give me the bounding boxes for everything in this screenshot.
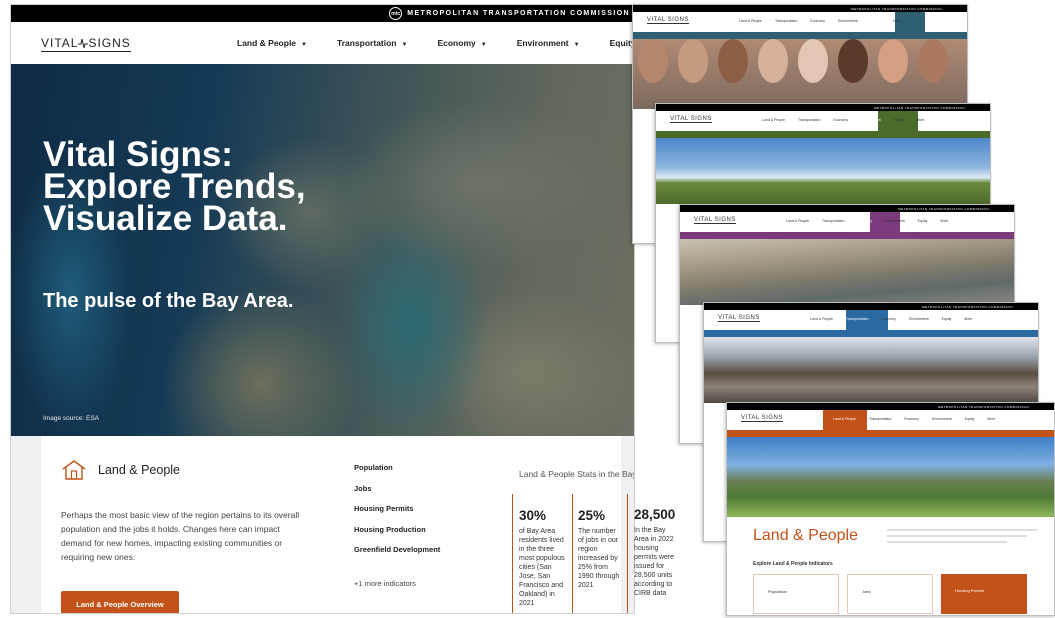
vital-signs-logo[interactable]: VITAL SIGNS [41, 35, 131, 52]
thumb-cable-car-photo [704, 337, 1038, 403]
thumbnail-land-people: METROPOLITAN TRANSPORTATION COMMISSION V… [726, 402, 1055, 616]
mtc-bar: mtc METROPOLITAN TRANSPORTATION COMMISSI… [11, 5, 634, 22]
thumb-breadcrumb [680, 232, 1014, 239]
thumb-menu: Land & People Transportation Economy Enviro… [762, 118, 925, 122]
image-source: Image source: ESA [43, 415, 99, 422]
stat-divider [627, 494, 628, 613]
thumb-card-housing-permits[interactable]: Housing Permits [941, 574, 1027, 614]
thumb-logo: VITAL SIGNS [718, 315, 760, 322]
thumb-nav: VITAL SIGNS Land & People Transportation E… [727, 410, 1054, 430]
thumb-breadcrumb [656, 131, 990, 138]
indicator-link-jobs[interactable]: Jobs [354, 484, 440, 505]
stat-block: 25% The number of jobs in our region increa… [578, 508, 620, 589]
thumb-mtc-bar: METROPOLITAN TRANSPORTATION COMMISSION [704, 303, 1038, 310]
chevron-down-icon: ▼ [301, 42, 307, 48]
thumb-logo: VITAL SIGNS [694, 217, 736, 224]
indicator-link-housing-production[interactable]: Housing Production [354, 525, 440, 546]
thumb-text-line [887, 541, 1007, 543]
stat-block: 30% of Bay Area residents lived in the thr… [519, 508, 565, 607]
card-title: Land & People [98, 463, 181, 477]
thumb-breadcrumb [633, 32, 967, 39]
thumb-text-line [887, 529, 1037, 531]
thumb-nav: VITAL SIGNS Land & People Transportation E… [633, 12, 967, 32]
land-people-overview-button[interactable]: Land & People Overview [61, 591, 179, 613]
thumb-land-title: Land & People [753, 527, 858, 544]
stats-title: Land & People Stats in the Bay Area [519, 469, 634, 479]
more-indicators-link[interactable]: +1 more indicators [354, 579, 416, 588]
thumb-mtc-bar: METROPOLITAN TRANSPORTATION COMMISSION [656, 104, 990, 111]
indicator-link-population[interactable]: Population [354, 463, 440, 484]
mtc-logo-icon[interactable]: mtc [389, 7, 403, 20]
thumb-mtc-bar: METROPOLITAN TRANSPORTATION COMMISSION [680, 205, 1014, 212]
chevron-down-icon: ▼ [480, 42, 487, 48]
main-menu: Land & People ▼ Transportation ▼ Economy ▼ … [237, 38, 634, 48]
thumb-menu: Land & People Transportation Economy Enviro… [833, 417, 996, 421]
stat-block: 28,500 In the Bay Area in 2022 housing perm… [634, 507, 676, 597]
thumb-breadcrumb [727, 430, 1054, 437]
thumb-logo: VITAL SIGNS [670, 116, 712, 123]
mtc-title[interactable]: METROPOLITAN TRANSPORTATION COMMISSION [407, 10, 630, 17]
hero-subtitle: The pulse of the Bay Area. [43, 290, 294, 312]
indicator-link-greenfield-development[interactable]: Greenfield Development [354, 545, 440, 566]
nav-economy[interactable]: Economy ▼ [437, 38, 486, 48]
thumb-land-section: Explore Land & People Indicators [753, 561, 833, 567]
hero-satellite-image: Vital Signs: Explore Trends, Visualize D… [11, 64, 634, 436]
card-description: Perhaps the most basic view of the regio… [61, 510, 300, 562]
pulse-icon [78, 38, 89, 49]
thumb-card-population[interactable]: Population [753, 574, 839, 614]
thumb-mtc-bar: METROPOLITAN TRANSPORTATION COMMISSION [727, 403, 1054, 410]
thumb-text-line [887, 535, 1027, 537]
thumb-nav: VITAL SIGNS Land & People Transportation E… [680, 212, 1014, 232]
thumb-menu: Land & People Transportation Economy Enviro… [810, 317, 973, 321]
thumb-park-photo [727, 437, 1054, 517]
nav-environment[interactable]: Environment ▼ [517, 38, 580, 48]
house-icon [62, 460, 86, 480]
indicator-list: Population Jobs Housing Permits Housing … [354, 463, 440, 566]
thumb-landscape-photo [656, 138, 990, 204]
thumb-nav: VITAL SIGNS Land & People Transportation E… [656, 111, 990, 131]
main-screenshot: mtc METROPOLITAN TRANSPORTATION COMMISSI… [10, 4, 635, 614]
stat-divider [572, 494, 573, 613]
thumb-menu: Land & People Transportation Economy Enviro… [786, 219, 949, 223]
thumb-nav: VITAL SIGNS Land & People Transportation E… [704, 310, 1038, 330]
nav-land-people[interactable]: Land & People ▼ [237, 38, 307, 48]
hero-title: Vital Signs: Explore Trends, Visualize D… [43, 135, 306, 238]
thumb-port-photo [680, 239, 1014, 305]
thumb-card-jobs[interactable]: Jobs [847, 574, 933, 614]
thumb-menu: Land & People Transportation Economy Enviro… [739, 19, 902, 23]
land-people-card: Land & People Perhaps the most basic vie… [41, 436, 634, 613]
thumb-people-photo [633, 39, 967, 109]
thumb-logo: VITAL SIGNS [741, 415, 783, 422]
chevron-down-icon: ▼ [573, 42, 580, 48]
thumb-breadcrumb [704, 330, 1038, 337]
chevron-down-icon: ▼ [401, 42, 408, 48]
indicator-link-housing-permits[interactable]: Housing Permits [354, 504, 440, 525]
thumb-logo: VITAL SIGNS [647, 17, 689, 24]
nav-transportation[interactable]: Transportation ▼ [337, 38, 407, 48]
stat-divider [512, 494, 513, 613]
content-area: Land & People Perhaps the most basic vie… [11, 436, 634, 613]
top-nav: VITAL SIGNS Land & People ▼ Transportation… [11, 22, 634, 64]
thumb-content: Land & People Explore Land & People Indi… [737, 519, 1046, 615]
thumb-mtc-bar: METROPOLITAN TRANSPORTATION COMMISSION [633, 5, 967, 12]
